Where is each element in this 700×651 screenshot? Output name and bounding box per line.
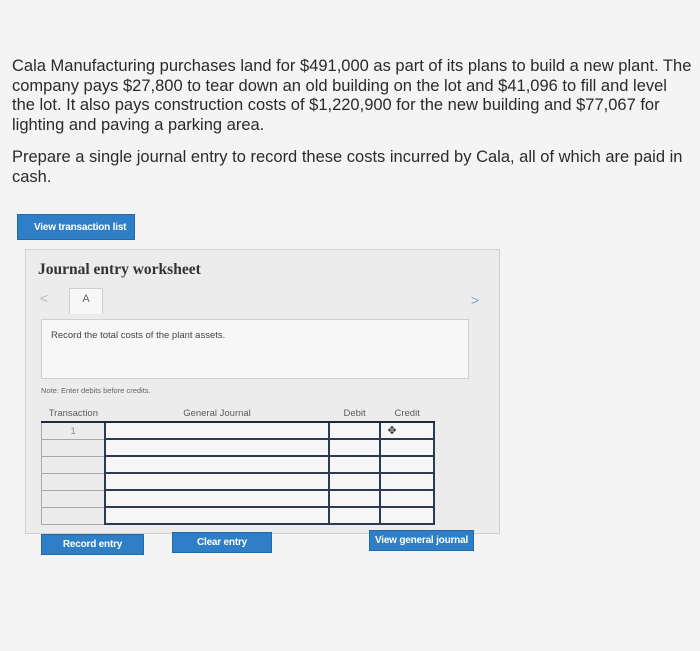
account-input[interactable] (104, 506, 330, 525)
header-general-journal: General Journal (105, 406, 329, 423)
next-arrow-icon[interactable]: > (471, 292, 479, 308)
view-general-journal-button[interactable]: View general journal (369, 530, 474, 551)
table-row (41, 472, 435, 491)
transaction-cell (41, 472, 106, 491)
debit-input[interactable] (327, 455, 382, 474)
problem-paragraph-1: Cala Manufacturing purchases land for $4… (12, 57, 692, 134)
instruction-box: Record the total costs of the plant asse… (41, 319, 469, 379)
credit-input[interactable] (379, 489, 435, 508)
credit-input[interactable] (379, 506, 435, 525)
journal-table: Transaction General Journal Debit Credit… (41, 406, 435, 525)
debit-input[interactable] (327, 438, 382, 457)
table-row: 1 ✥ (41, 421, 435, 440)
account-input[interactable] (104, 455, 330, 474)
account-input[interactable] (104, 421, 330, 440)
debit-input[interactable] (327, 489, 382, 508)
journal-entry-worksheet: Journal entry worksheet < A > Record the… (25, 249, 500, 555)
debit-input[interactable] (327, 421, 382, 440)
worksheet-title: Journal entry worksheet (38, 261, 201, 278)
note-text: Note: Enter debits before credits. (41, 386, 151, 395)
record-entry-button[interactable]: Record entry (41, 534, 144, 555)
transaction-cell (41, 489, 106, 508)
account-input[interactable] (104, 472, 330, 491)
header-debit: Debit (328, 406, 381, 423)
table-row (41, 438, 435, 457)
view-transaction-list-button[interactable]: View transaction list (17, 214, 135, 240)
header-transaction: Transaction (41, 406, 106, 423)
clear-entry-button[interactable]: Clear entry (172, 532, 272, 553)
prev-arrow-icon[interactable]: < (40, 290, 48, 306)
account-input[interactable] (104, 438, 330, 457)
table-row (41, 506, 435, 525)
transaction-cell (41, 455, 106, 474)
header-credit: Credit (380, 406, 434, 423)
tab-a[interactable]: A (69, 288, 103, 314)
transaction-cell (41, 438, 106, 457)
credit-input[interactable] (379, 455, 435, 474)
problem-statement: Cala Manufacturing purchases land for $4… (12, 57, 694, 187)
problem-paragraph-2: Prepare a single journal entry to record… (12, 148, 683, 186)
debit-input[interactable] (327, 472, 382, 491)
credit-input[interactable] (379, 472, 435, 491)
account-input[interactable] (104, 489, 330, 508)
debit-input[interactable] (327, 506, 382, 525)
move-cursor-icon: ✥ (387, 425, 397, 437)
transaction-cell: 1 (41, 421, 106, 440)
table-row (41, 455, 435, 474)
credit-input[interactable] (379, 438, 435, 457)
credit-input[interactable]: ✥ (379, 421, 435, 440)
transaction-cell (41, 506, 106, 525)
table-row (41, 489, 435, 508)
